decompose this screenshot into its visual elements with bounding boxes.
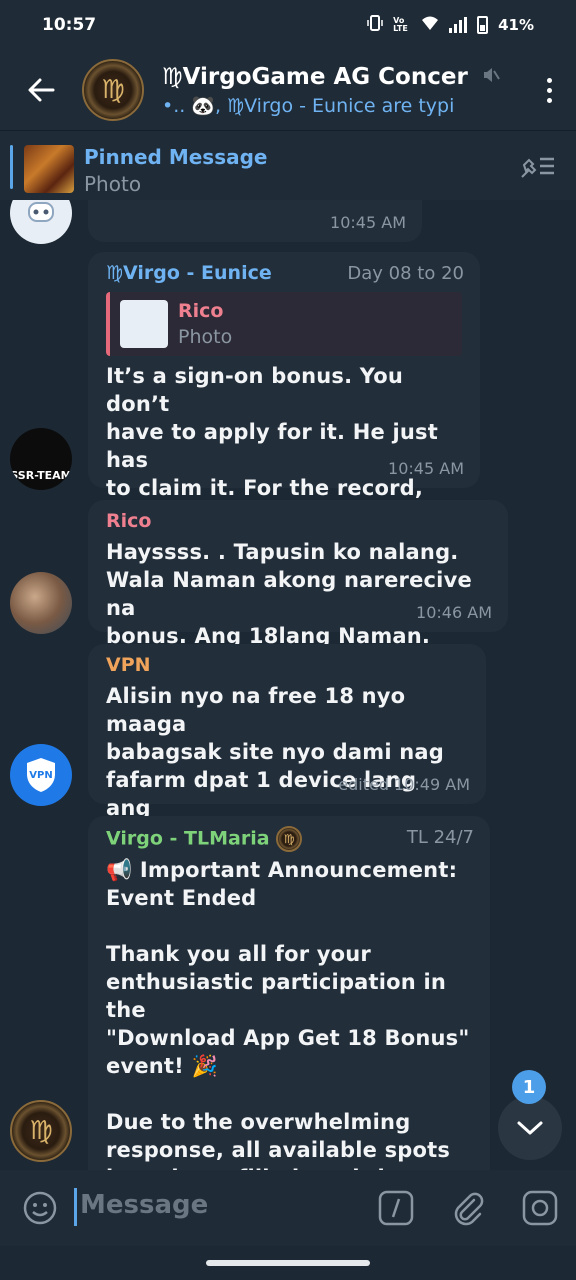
battery-icon [477, 16, 489, 34]
pinned-thumbnail [24, 145, 74, 193]
message-bubble[interactable]: ♍Virgo - Eunice Day 08 to 20 Rico Photo … [88, 252, 480, 556]
avatar-ssr-team[interactable]: SSR-TEAM [10, 428, 72, 490]
emoji-icon [23, 1191, 57, 1225]
group-title: ♍VirgoGame AG Concer [162, 63, 468, 90]
avatar-vpn[interactable]: VPN [10, 744, 72, 806]
sender-rank: Day 08 to 20 [347, 263, 464, 284]
wifi-icon [421, 15, 439, 35]
text-caret [74, 1188, 77, 1226]
reply-sender: Rico [178, 300, 224, 322]
more-menu-button[interactable] [547, 78, 552, 103]
message-time: edited 10:49 AM [338, 775, 470, 794]
chat-header: ♍ ♍VirgoGame AG Concer •.. 🐼, ♍Virgo - E… [0, 50, 576, 130]
home-handle[interactable] [206, 1260, 370, 1266]
arrow-left-icon [28, 78, 55, 102]
avatar-rico[interactable] [10, 572, 72, 634]
camera-icon [522, 1190, 558, 1226]
status-icons: Vo LTE 41% [367, 15, 534, 35]
pin-list-icon[interactable] [520, 153, 556, 183]
chevron-down-icon [517, 1121, 543, 1135]
message-text: Hayssss. . Tapusin ko nalang. Wala Naman… [106, 540, 472, 648]
slash-command-icon [378, 1190, 414, 1226]
reply-thumbnail [120, 300, 168, 348]
sender-badge-icon: ♍ [276, 826, 303, 852]
avatar-label: VPN [29, 769, 53, 781]
message-time: 10:45 AM [330, 213, 406, 232]
status-bar: 10:57 Vo LTE 41% [0, 0, 576, 50]
sender-name[interactable]: VPN [106, 654, 468, 676]
pinned-indicator [10, 145, 13, 189]
message-bubble[interactable]: Virgo - TLMaria ♍ TL 24/7 📢 Important An… [88, 816, 490, 1170]
bot-commands-button[interactable] [378, 1190, 414, 1226]
message-time: 10:45 AM [388, 459, 464, 478]
network-label: Vo LTE [393, 16, 408, 33]
robot-icon [28, 202, 54, 222]
group-avatar-glyph: ♍ [101, 75, 125, 105]
signal-icon [449, 17, 468, 33]
avatar-label: SSR-TEAM [10, 469, 72, 482]
group-avatar[interactable]: ♍ [82, 59, 144, 121]
message-list[interactable]: 10:45 AM ♍Virgo - Eunice Day 08 to 20 Ri… [0, 200, 576, 1170]
group-info[interactable]: ♍VirgoGame AG Concer •.. 🐼, ♍Virgo - Eun… [162, 64, 492, 117]
battery-percent: 41% [498, 16, 534, 34]
message-input[interactable]: Message [80, 1190, 208, 1220]
message-bubble[interactable]: VPN Alisin nyo na free 18 nyo maaga baba… [88, 644, 486, 848]
sender-name[interactable]: Rico [106, 510, 490, 532]
status-time: 10:57 [42, 15, 97, 35]
message-text: 📢 Important Announcement: Event Ended Th… [106, 858, 470, 1170]
reply-sub: Photo [178, 326, 233, 348]
message-bubble[interactable]: Rico Hayssss. . Tapusin ko nalang. Wala … [88, 500, 508, 648]
reply-preview[interactable]: Rico Photo [106, 292, 462, 356]
pinned-message-bar[interactable]: Pinned Message Photo [0, 130, 576, 200]
typing-status: •.. 🐼, ♍Virgo - Eunice are typi [162, 94, 455, 117]
message-composer: Message [0, 1170, 576, 1246]
muted-icon [482, 66, 500, 88]
message-time: 10:46 AM [416, 603, 492, 622]
system-nav-bar [0, 1246, 576, 1280]
unread-badge: 1 [512, 1070, 546, 1104]
camera-button[interactable] [522, 1190, 558, 1226]
avatar-tlmaria[interactable]: ♍ [10, 1100, 72, 1162]
sender-rank: TL 24/7 [406, 827, 474, 848]
pinned-label: Pinned Message [84, 145, 268, 169]
message-bubble[interactable]: 10:45 AM [88, 200, 422, 242]
sender-name-text: Virgo - TLMaria [106, 827, 270, 850]
back-button[interactable] [0, 50, 82, 130]
avatar-bot[interactable] [10, 200, 72, 244]
vibrate-icon [367, 15, 383, 35]
pinned-sub: Photo [84, 172, 142, 196]
paperclip-icon [454, 1192, 484, 1226]
scroll-down-button[interactable] [498, 1096, 562, 1160]
attach-button[interactable] [450, 1190, 486, 1226]
emoji-button[interactable] [22, 1190, 58, 1226]
